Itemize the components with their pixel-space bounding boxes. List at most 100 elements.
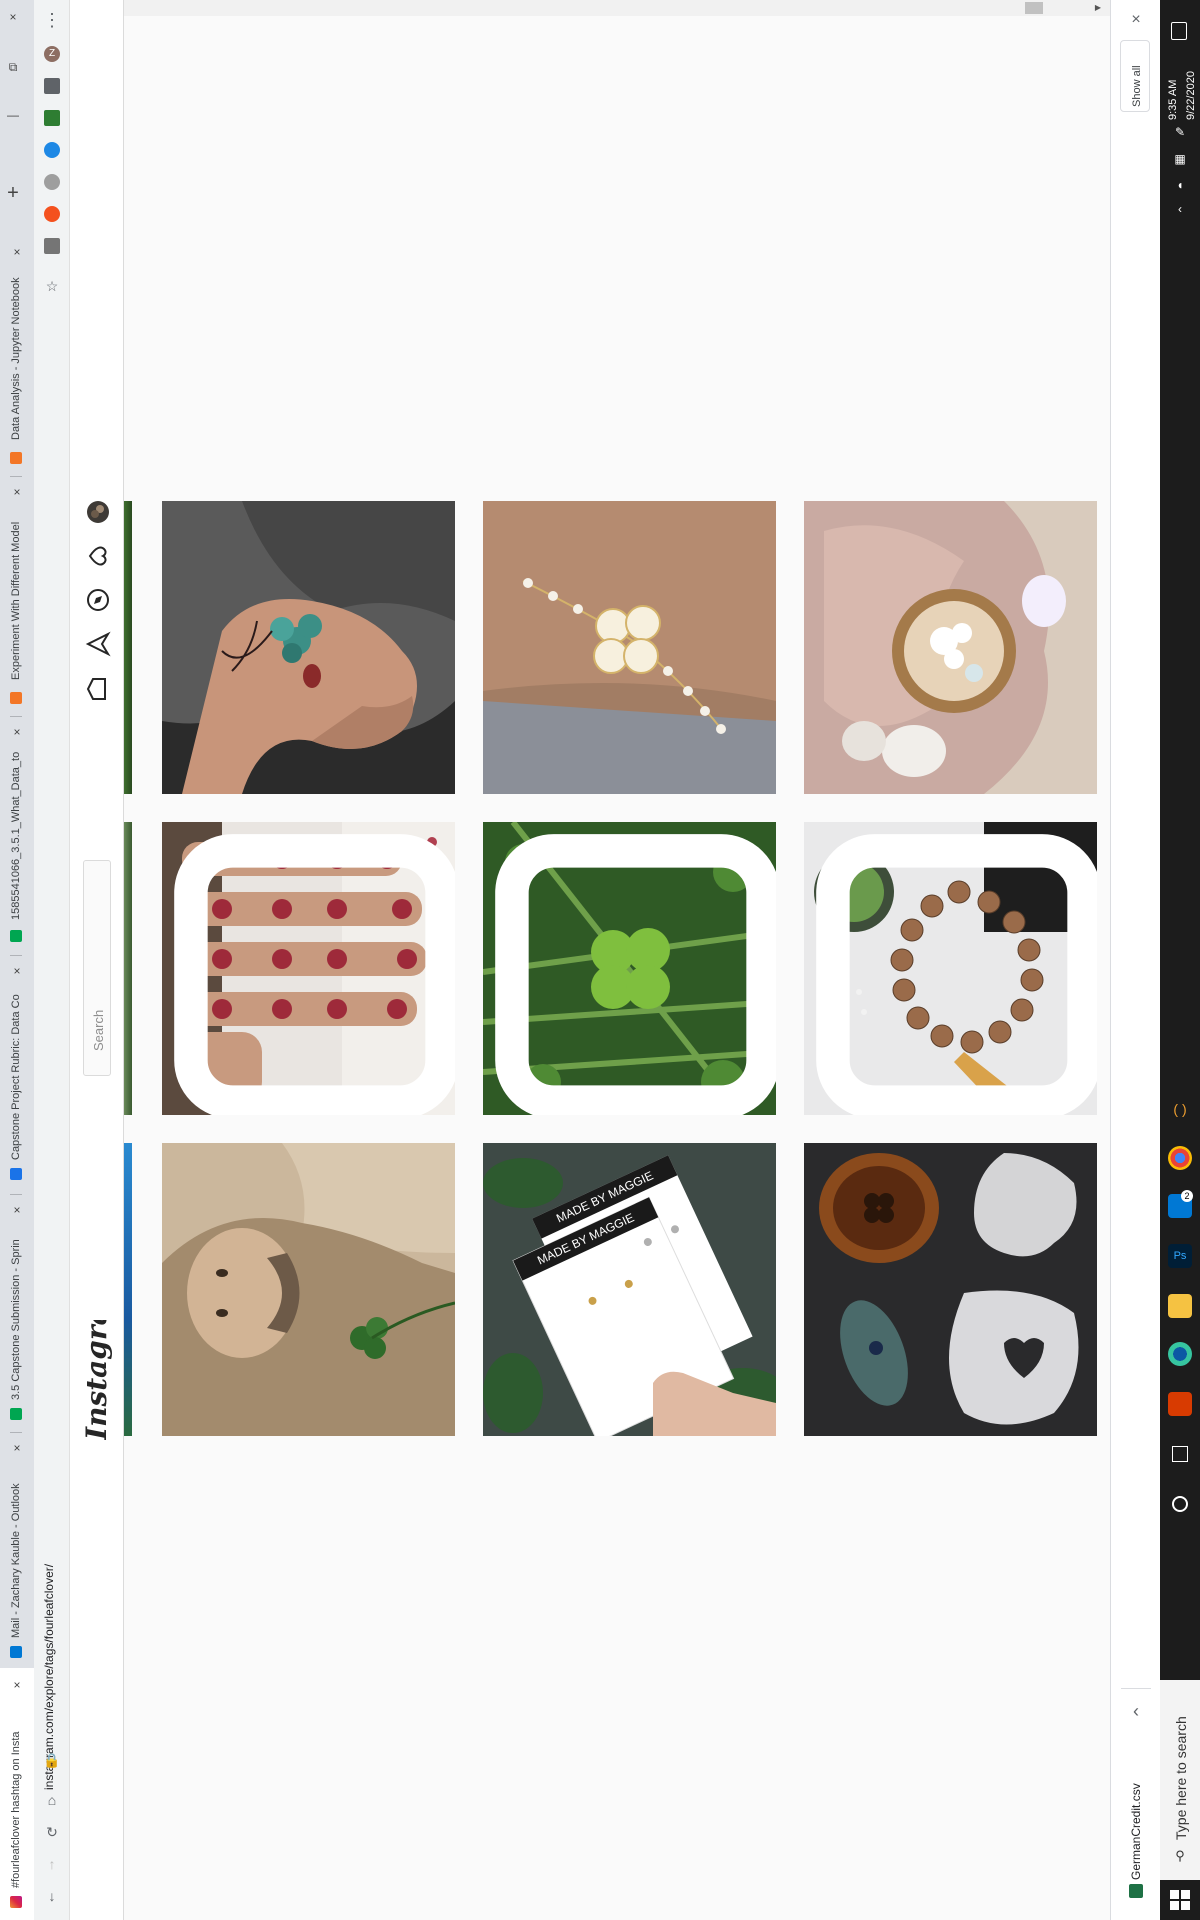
outlook-favicon-icon [10,1646,22,1658]
multiple-posts-icon [174,834,455,1115]
network-icon[interactable]: ▦ [1172,152,1188,168]
extension-icon[interactable] [44,238,60,254]
edge-taskbar-icon[interactable] [1168,1342,1192,1366]
tab-active[interactable]: × #fourleafclover hashtag on Insta [0,1668,34,1920]
downloads-close-button[interactable]: × [1126,10,1146,30]
back-icon[interactable]: ↓ [42,1886,62,1906]
menu-icon[interactable]: ⋮ [42,10,62,30]
post-crystal-bowl-pink-scarf[interactable] [804,501,1097,794]
profile-avatar[interactable]: Z [44,46,60,62]
extension-icon[interactable] [44,206,60,222]
browser-toolbar: ⋮ Z ☆ instagram.com/explore/tags/fourlea… [34,0,70,1920]
home-icon[interactable]: ⌂ [42,1790,62,1810]
address-bar[interactable]: instagram.com/explore/tags/fourleafclove… [40,1410,64,1790]
tab-strip: × ⧉ — + × Data Analysis - Jupyter Notebo… [0,0,34,1920]
post-pearl-clover-bracelet[interactable] [483,501,776,794]
reload-icon[interactable]: ↻ [42,1822,62,1842]
post-partial[interactable] [124,501,132,794]
extension-icon[interactable] [44,142,60,158]
post-ceramic-dishes[interactable] [804,1143,1097,1436]
new-tab-button[interactable]: + [3,183,23,206]
mail-badge: 2 [1181,1190,1193,1202]
multiple-posts-icon [816,834,1097,1115]
jupyter-taskbar-icon[interactable]: ( ) [1168,1097,1192,1121]
instagram-logo[interactable]: Instagram [80,1320,114,1440]
home-icon[interactable] [85,676,111,702]
show-hidden-icons-chevron-icon[interactable]: ‹ [1172,202,1188,218]
post-partial[interactable] [124,1143,132,1436]
csv-file-icon [1129,1884,1143,1898]
post-partial[interactable] [124,822,132,1115]
window-restore-button[interactable]: ⧉ [6,60,20,74]
window-close-button[interactable]: × [6,10,20,24]
tab-what-data[interactable]: 1585541066_3.5.1_What_Data_to [10,742,22,920]
tab-close-icon[interactable]: × [10,485,24,499]
post-tattoo-hand-clover[interactable] [162,501,455,794]
search-input[interactable]: Search [83,860,111,1076]
downloads-panel: × Show all ‹ GermanCredit.csv [1110,0,1160,1920]
instagram-favicon-icon [10,1896,22,1908]
tab-outlook[interactable]: Mail - Zachary Kauble - Outlook [10,1460,22,1638]
post-made-by-maggie-earrings[interactable]: MADE BY MAGGIE MADE BY MAGGIE [483,1143,776,1436]
docs-favicon-icon [10,1168,22,1180]
post-vintage-man-clover[interactable] [162,1143,455,1436]
outlook-taskbar-icon[interactable]: 2 [1168,1190,1193,1218]
search-placeholder: Search [91,1009,106,1051]
jupyter-favicon-icon [10,452,22,464]
extension-icon[interactable] [44,174,60,190]
instagram-page: ◀ ▶ Instagram Search [70,0,1110,1920]
file-explorer-taskbar-icon[interactable] [1168,1294,1192,1318]
pen-icon[interactable]: ✎ [1172,125,1188,141]
tab-close-icon[interactable]: × [10,1441,24,1455]
system-clock[interactable]: 9:35 AM 9/22/2020 [1164,50,1196,120]
tab-close-icon[interactable]: × [10,964,24,978]
show-all-button[interactable]: Show all [1120,40,1150,112]
heart-icon[interactable] [85,543,111,569]
action-center-icon[interactable] [1171,22,1187,40]
explore-icon[interactable] [85,587,111,613]
photoshop-taskbar-icon[interactable]: Ps [1168,1244,1192,1268]
search-icon: ⚲ [1175,1848,1185,1863]
office-taskbar-icon[interactable] [1168,1392,1192,1416]
tab-close-icon[interactable]: × [10,1678,24,1692]
tab-close-icon[interactable]: × [10,1203,24,1217]
tab-rubric[interactable]: Capstone Project Rubric: Data Co [10,982,22,1160]
tab-capstone-submission[interactable]: 3.5 Capstone Submission - Sprin [10,1222,22,1400]
volume-icon[interactable]: ◖ [1172,178,1188,194]
tab-close-icon[interactable]: × [10,245,24,259]
post-four-leaf-clover-grass[interactable] [483,822,776,1115]
direct-icon[interactable] [85,631,111,657]
tab-close-icon[interactable]: × [10,725,24,739]
download-file-name: GermanCredit.csv [1129,1783,1143,1880]
task-view-icon[interactable] [1172,1446,1188,1462]
jupyter-favicon-icon [10,692,22,704]
horizontal-scrollbar[interactable]: ◀ ▶ [70,0,1110,16]
scrollbar-thumb[interactable] [1025,2,1043,14]
cortana-icon[interactable] [1172,1496,1188,1512]
extensions-puzzle-icon[interactable] [44,78,60,94]
lock-icon: 🔒 [43,1752,61,1768]
profile-avatar[interactable] [85,499,111,525]
clock-time: 9:35 AM [1167,79,1179,120]
extension-icon[interactable] [44,110,60,126]
instagram-header: Instagram Search [70,0,124,1920]
taskbar-search-input[interactable]: Type here to search ⚲ [1160,1680,1200,1880]
download-chevron-icon[interactable]: ‹ [1125,1700,1147,1722]
post-bead-bracelet-clover-pendant[interactable] [804,822,1097,1115]
chrome-taskbar-icon[interactable] [1168,1146,1192,1170]
download-item[interactable]: GermanCredit.csv [1125,1760,1147,1900]
taskbar-search-placeholder: Type here to search [1173,1716,1189,1840]
window-minimize-button[interactable]: — [6,108,20,122]
tab-instagram-title: #fourleafclover hashtag on Insta [10,1731,22,1888]
forward-icon[interactable]: ↑ [42,1854,62,1874]
post-red-clover-rings[interactable] [162,822,455,1115]
bookmark-star-icon[interactable]: ☆ [42,276,62,296]
springboard-favicon-icon [10,1408,22,1420]
springboard-favicon-icon [10,930,22,942]
clock-date: 9/22/2020 [1185,71,1196,120]
scroll-right-arrow-icon[interactable]: ▶ [1090,0,1106,16]
start-button[interactable] [1170,1890,1190,1910]
tab-experiment[interactable]: Experiment With Different Model [10,502,22,680]
tab-jupyter[interactable]: Data Analysis - Jupyter Notebook [10,262,22,440]
windows-taskbar: 9:35 AM 9/22/2020 ✎ ▦ ◖ ‹ ( ) 2 Ps Type … [1160,0,1200,1920]
